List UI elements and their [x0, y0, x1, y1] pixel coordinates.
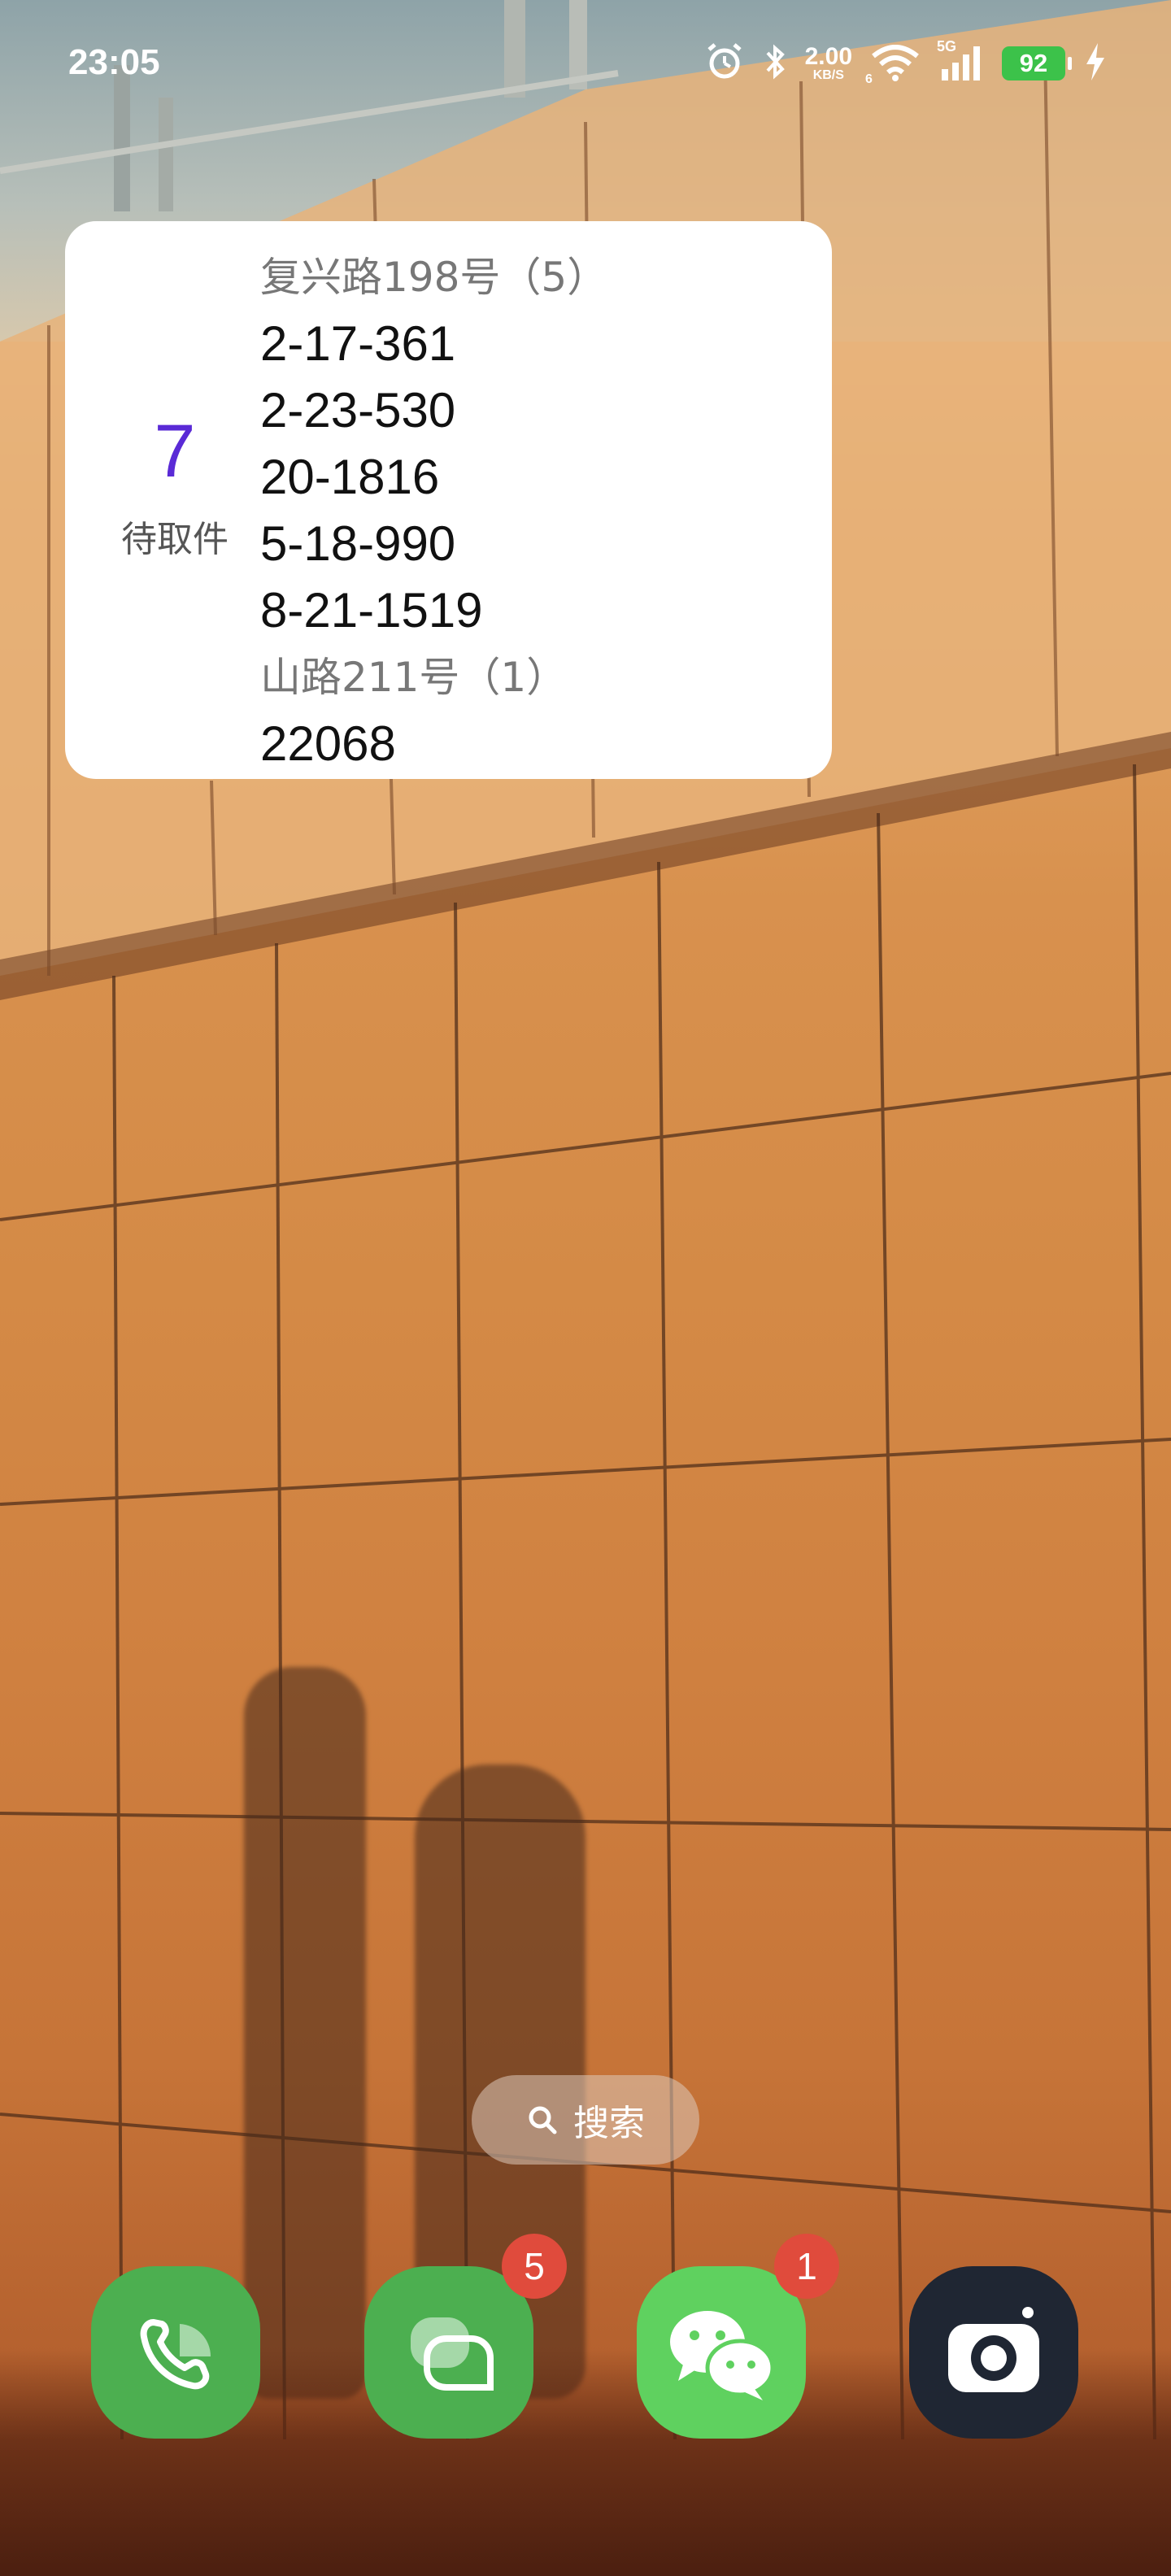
camera-icon [948, 2307, 1039, 2392]
network-speed-unit: KB/S [812, 68, 844, 82]
messages-app-icon[interactable] [364, 2266, 533, 2439]
wechat-badge: 1 [774, 2234, 839, 2299]
search-button[interactable]: 搜索 [472, 2075, 699, 2165]
parcel-count: 7 [154, 410, 196, 493]
battery-icon: 92 [1002, 46, 1072, 80]
wallpaper-shadow-left [244, 1667, 366, 2399]
camera-app-icon[interactable] [909, 2266, 1078, 2439]
messages-badge: 5 [502, 2234, 567, 2299]
pickup-code: 2-23-530 [260, 383, 456, 437]
phone-app-icon[interactable] [91, 2266, 260, 2439]
charging-icon [1083, 41, 1108, 85]
status-icons: 2.00 KB/S 6 5G 92 [686, 38, 1108, 88]
bluetooth-icon [763, 41, 787, 85]
wechat-icon [670, 2311, 775, 2400]
wifi-icon: 6 [865, 45, 921, 86]
search-icon [526, 2104, 559, 2136]
pickup-code: 20-1816 [260, 450, 440, 504]
pickup-code: 5-18-990 [260, 516, 456, 571]
parcel-group-title: 复兴路198号（5） [260, 254, 608, 301]
network-speed: 2.00 KB/S [805, 45, 852, 82]
cellular-signal-icon: 5G [937, 38, 984, 82]
status-time: 23:05 [68, 42, 160, 82]
phone-icon [140, 2319, 211, 2390]
parcel-label: 待取件 [121, 519, 229, 560]
parcel-group-title: 山路211号（1） [260, 654, 568, 701]
battery-level: 92 [1019, 49, 1048, 77]
status-bar: 23:05 2.00 KB/S 6 5G 92 [0, 0, 1171, 122]
pickup-code: 2-17-361 [260, 316, 456, 371]
pickup-code: 22068 [260, 716, 396, 768]
network-speed-value: 2.00 [804, 43, 852, 70]
search-label: 搜索 [573, 2103, 645, 2144]
wechat-app-icon[interactable] [637, 2266, 806, 2439]
alarm-icon [704, 41, 745, 85]
messages-icon [411, 2317, 494, 2391]
pickup-code: 8-21-1519 [260, 583, 483, 637]
parcel-summary[interactable]: 7 待取件 [65, 221, 285, 779]
parcel-list[interactable]: 复兴路198号（5） 2-17-361 2-23-530 20-1816 5-1… [260, 244, 813, 768]
parcel-pickup-widget[interactable]: 7 待取件 复兴路198号（5） 2-17-361 2-23-530 20-18… [65, 221, 832, 779]
wifi-sub-label: 6 [865, 72, 873, 86]
network-type-label: 5G [937, 38, 957, 54]
